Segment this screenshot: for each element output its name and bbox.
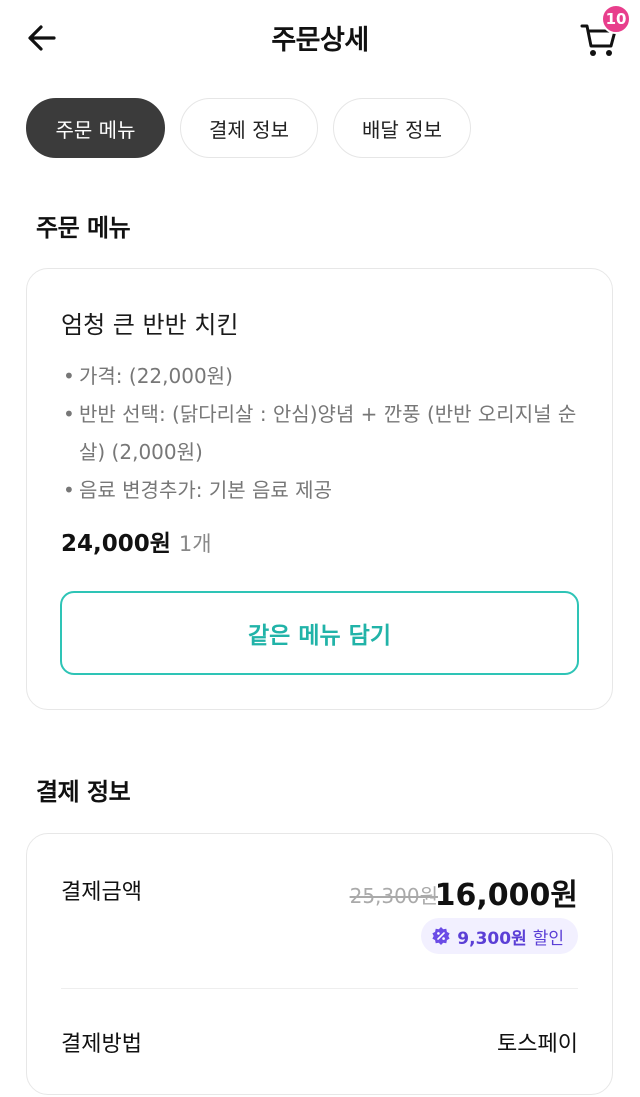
menu-price-row: 24,000원 1개	[61, 524, 212, 558]
menu-option: 반반 선택: (닭다리살 : 안심)양념 + 깐풍 (반반 오리지널 순살) (…	[63, 395, 583, 471]
cart-button[interactable]: 10	[576, 4, 631, 62]
payment-amount-label: 결제금액	[61, 880, 142, 905]
payment-method-value: 토스페이	[497, 1032, 578, 1057]
divider	[61, 988, 578, 989]
discount-badge: 9,300원 할인	[421, 918, 578, 954]
original-price: 25,300원	[349, 884, 438, 908]
menu-option: 가격: (22,000원)	[63, 357, 583, 395]
tab-delivery-info[interactable]: 배달 정보	[333, 98, 471, 158]
menu-item-name: 엄청 큰 반반 치킨	[61, 311, 239, 339]
page-title: 주문상세	[271, 25, 369, 56]
add-same-menu-button[interactable]: 같은 메뉴 담기	[60, 591, 579, 675]
payment-card: 결제금액 25,300원 16,000원 9,300원 할인 결제방법 토스페이	[26, 833, 613, 1095]
menu-quantity: 1개	[178, 532, 212, 556]
menu-option: 음료 변경추가: 기본 음료 제공	[63, 471, 583, 509]
discount-amount: 9,300원	[457, 928, 527, 949]
order-menu-card: 엄청 큰 반반 치킨 가격: (22,000원) 반반 선택: (닭다리살 : …	[26, 268, 613, 710]
cart-count-badge: 10	[601, 4, 631, 34]
final-price: 16,000원	[434, 878, 578, 913]
tab-bar: 주문 메뉴 결제 정보 배달 정보	[26, 98, 471, 158]
discount-text: 할인	[532, 928, 564, 949]
payment-section-title: 결제 정보	[36, 778, 131, 806]
order-menu-section-title: 주문 메뉴	[36, 214, 131, 242]
menu-price: 24,000원	[61, 531, 171, 557]
payment-method-label: 결제방법	[61, 1032, 142, 1057]
tab-payment-info[interactable]: 결제 정보	[180, 98, 318, 158]
menu-options-list: 가격: (22,000원) 반반 선택: (닭다리살 : 안심)양념 + 깐풍 …	[63, 357, 583, 509]
tab-order-menu[interactable]: 주문 메뉴	[26, 98, 165, 158]
discount-percent-icon	[432, 927, 450, 945]
header: 주문상세 10	[0, 0, 640, 76]
